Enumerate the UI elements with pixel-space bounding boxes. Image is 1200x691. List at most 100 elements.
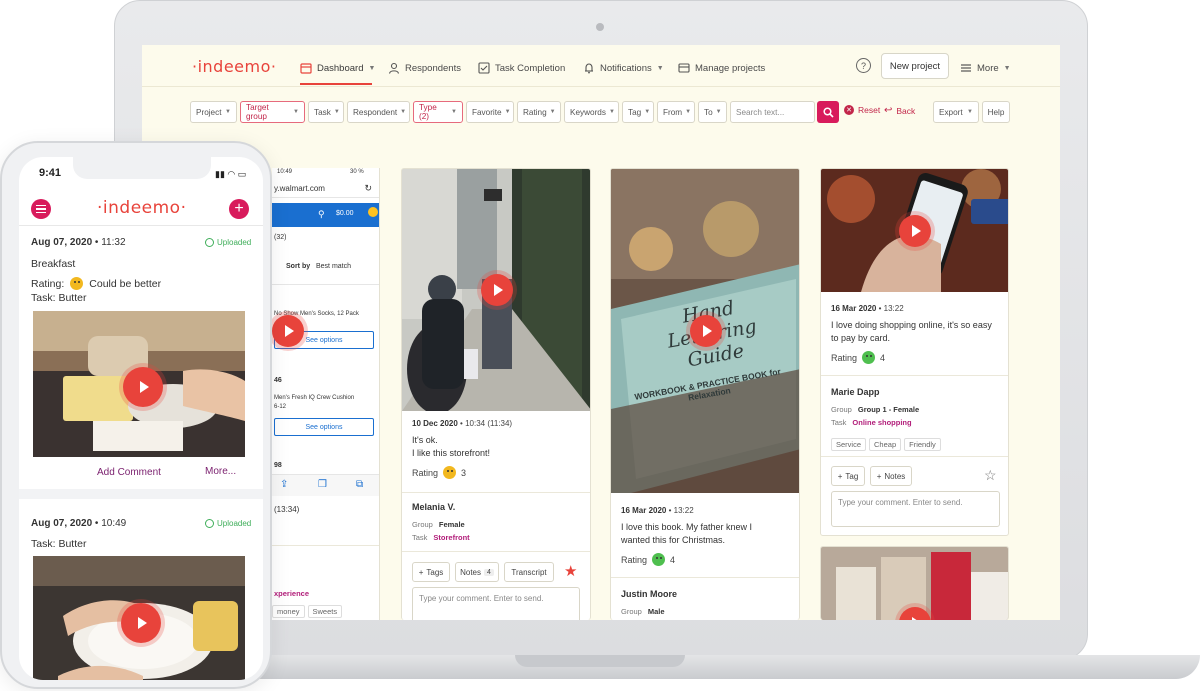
filter-tag[interactable]: Tag ▼ xyxy=(622,101,654,123)
notes-button[interactable]: + Notes xyxy=(870,466,912,486)
tag-pill[interactable]: Sweets xyxy=(307,605,343,618)
tag-pill[interactable]: Friendly xyxy=(904,438,941,451)
filter-respondent[interactable]: Respondent ▼ xyxy=(347,101,410,123)
tag-button-label: Tag xyxy=(845,471,859,481)
user-icon xyxy=(388,62,400,74)
nav-manage-projects[interactable]: Manage projects xyxy=(678,59,765,77)
filter-project[interactable]: Project ▼ xyxy=(190,101,237,123)
notes-button-label: Notes xyxy=(460,567,481,577)
transcript-button[interactable]: Transcript xyxy=(504,562,554,582)
response-card[interactable]: 10 Dec 2020 • 10:34 (11:34) It's ok. I l… xyxy=(401,168,591,620)
play-button[interactable] xyxy=(899,215,931,247)
tag-button[interactable]: + Tag xyxy=(831,466,865,486)
response-text-line: wanted this for Christmas. xyxy=(621,535,726,545)
notes-button[interactable]: Notes 4 xyxy=(455,562,499,582)
new-project-button[interactable]: New project xyxy=(881,53,949,79)
response-time: 13:22 xyxy=(883,304,904,313)
reset-button[interactable]: ✕ Reset xyxy=(844,105,880,115)
sort-label: Sort by xyxy=(286,263,311,270)
filter-task[interactable]: Task ▼ xyxy=(308,101,344,123)
upload-status-label: Uploaded xyxy=(217,519,252,528)
chevron-down-icon: ▼ xyxy=(967,109,973,115)
group-value: Male xyxy=(647,607,665,616)
nav-more[interactable]: More ▼ xyxy=(960,59,1011,77)
tags-button[interactable]: + Tags xyxy=(412,562,450,582)
play-button[interactable] xyxy=(123,367,163,407)
add-entry-button[interactable]: + xyxy=(229,199,249,219)
see-options-button[interactable]: See options xyxy=(274,418,374,436)
group-value: Female xyxy=(438,520,465,529)
book-icon[interactable]: ❒ xyxy=(318,479,327,490)
video-thumbnail[interactable] xyxy=(402,169,590,411)
nav-dashboard[interactable]: Dashboard ▼ xyxy=(300,59,375,77)
export-dropdown[interactable]: Export ▼ xyxy=(933,101,979,123)
video-thumbnail[interactable]: Hand Lettering Guide WORKBOOK & PRACTICE… xyxy=(611,169,799,493)
play-button[interactable] xyxy=(481,274,513,306)
entry-time: 11:32 xyxy=(101,237,126,248)
divider xyxy=(272,284,379,285)
nav-task-completion[interactable]: Task Completion xyxy=(478,59,565,77)
filter-target-group[interactable]: Target group ▼ xyxy=(240,101,305,123)
filter-rating[interactable]: Rating ▼ xyxy=(517,101,561,123)
help-icon[interactable]: ? xyxy=(856,58,871,73)
tag-pill[interactable]: Service xyxy=(831,438,867,451)
menu-button[interactable] xyxy=(31,199,51,219)
filter-favorite[interactable]: Favorite ▼ xyxy=(466,101,514,123)
task-value: Storefront xyxy=(433,533,470,542)
tag-pill[interactable]: money xyxy=(272,605,305,618)
video-thumbnail[interactable] xyxy=(33,556,245,680)
filter-from-label: From xyxy=(663,107,683,117)
respondent-name[interactable]: Marie Dapp xyxy=(831,387,880,397)
video-thumbnail[interactable] xyxy=(821,169,1008,292)
rating-row: Rating 3 xyxy=(412,466,466,479)
play-button[interactable] xyxy=(272,315,304,347)
sort-value[interactable]: Best match xyxy=(316,263,351,270)
comment-input[interactable]: Type your comment. Enter to send. xyxy=(831,491,1000,527)
search-icon xyxy=(822,106,834,118)
play-button[interactable] xyxy=(121,603,161,643)
star-outline-icon[interactable]: ☆ xyxy=(984,467,997,484)
close-circle-icon: ✕ xyxy=(844,105,854,115)
chevron-down-icon: ▼ xyxy=(656,64,664,72)
response-card[interactable] xyxy=(820,546,1009,620)
phone-notch xyxy=(73,157,211,179)
play-button[interactable] xyxy=(690,315,722,347)
browser-url-bar[interactable]: y.walmart.com ↻ xyxy=(272,180,379,198)
filter-keywords-label: Keywords xyxy=(570,107,606,117)
neutral-face-icon xyxy=(443,466,457,479)
share-icon[interactable]: ⇪ xyxy=(280,479,288,490)
filter-to[interactable]: To ▼ xyxy=(698,101,727,123)
respondent-name[interactable]: Justin Moore xyxy=(621,589,677,599)
indeemo-logo[interactable]: ·indeemo· xyxy=(192,57,276,76)
filter-type[interactable]: Type (2) ▼ xyxy=(413,101,463,123)
search-input[interactable]: Search text... xyxy=(730,101,815,123)
tabs-icon[interactable]: ⧉ xyxy=(356,479,363,490)
comment-input[interactable]: Type your comment. Enter to send. xyxy=(412,587,580,620)
reset-label: Reset xyxy=(858,105,881,115)
entry-task: Task: Butter xyxy=(31,538,86,550)
respondent-name[interactable]: Melania V. xyxy=(412,502,455,512)
response-card[interactable]: Hand Lettering Guide WORKBOOK & PRACTICE… xyxy=(610,168,800,620)
search-button[interactable] xyxy=(817,101,839,123)
mobile-app-screen: 9:41 ▮▮ ◠ ▭ ·indeemo· + Aug 07, 2020 • 1… xyxy=(19,157,263,680)
add-comment-link[interactable]: Add Comment xyxy=(97,467,161,478)
notes-button-label: Notes xyxy=(884,471,906,481)
back-button[interactable]: ↩ Back xyxy=(884,105,915,116)
nav-respondents[interactable]: Respondents xyxy=(388,59,461,77)
tag-pill[interactable]: Cheap xyxy=(869,438,902,451)
response-card[interactable]: 16 Mar 2020 • 13:22 I love doing shoppin… xyxy=(820,168,1009,536)
star-filled-icon[interactable]: ★ xyxy=(564,562,577,580)
product-title[interactable]: Men's Fresh IQ Crew Cushion xyxy=(274,395,374,401)
nav-notifications[interactable]: Notifications ▼ xyxy=(583,59,664,77)
video-thumbnail[interactable] xyxy=(33,311,245,457)
nav-respondents-label: Respondents xyxy=(405,62,461,74)
more-link[interactable]: More... xyxy=(205,466,236,477)
filter-from[interactable]: From ▼ xyxy=(657,101,695,123)
filter-keywords[interactable]: Keywords ▼ xyxy=(564,101,619,123)
response-date: 16 Mar 2020 xyxy=(621,506,667,515)
chevron-down-icon: ▼ xyxy=(608,109,615,115)
search-icon[interactable]: ⚲ xyxy=(318,209,325,220)
bell-icon xyxy=(585,63,593,74)
help-button[interactable]: Help xyxy=(982,101,1010,123)
entry-title: Breakfast xyxy=(31,258,76,270)
